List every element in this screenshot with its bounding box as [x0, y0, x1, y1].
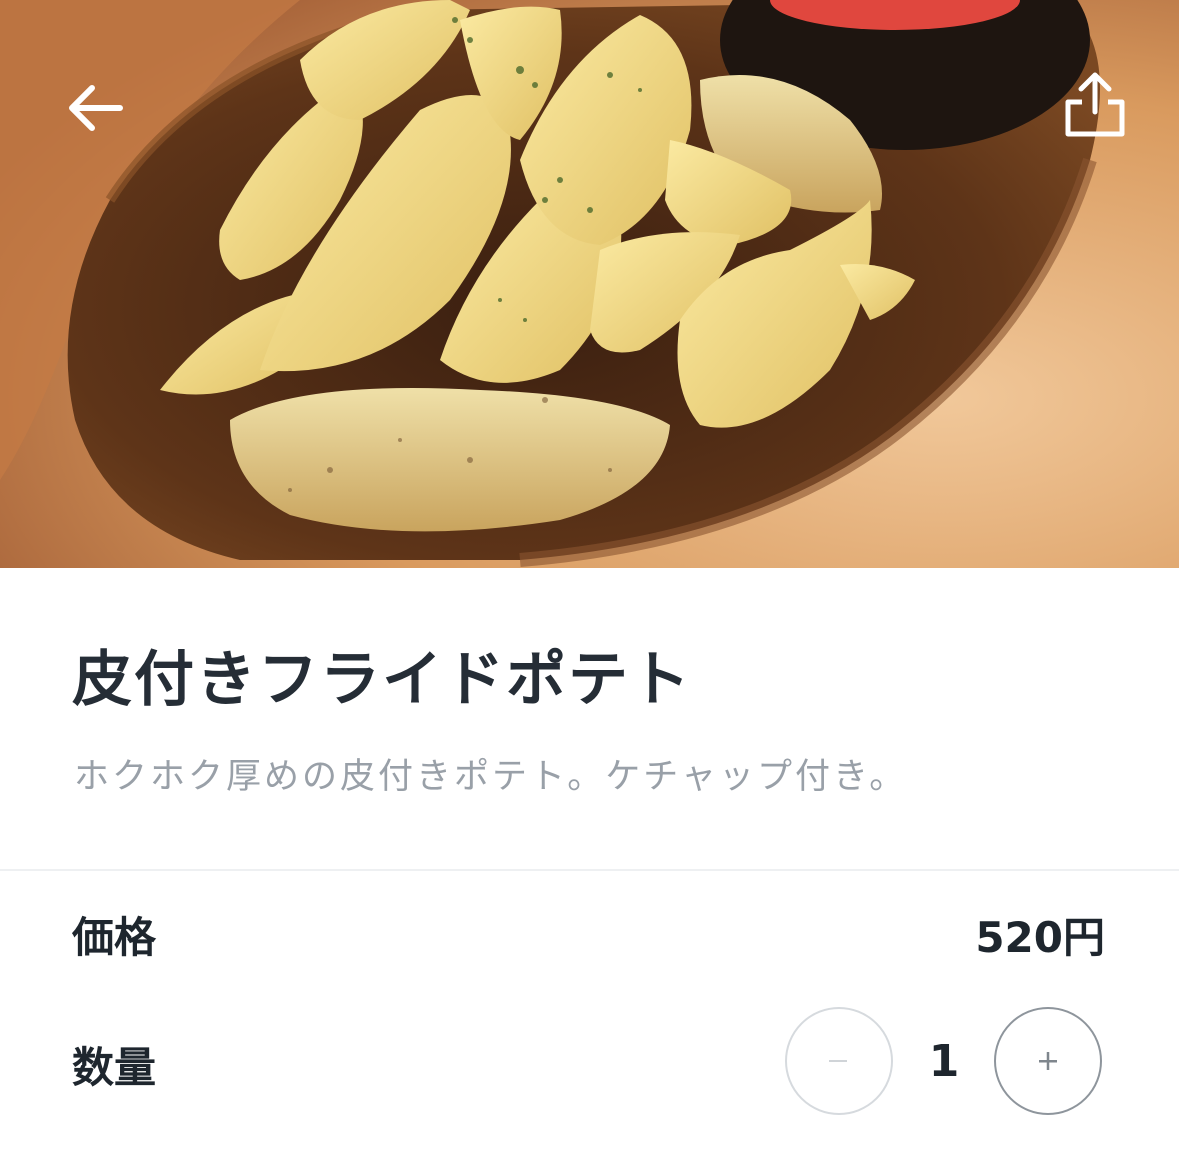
plus-icon — [1039, 1052, 1057, 1070]
quantity-value: 1 — [928, 1036, 960, 1087]
price-label: 価格 — [72, 913, 157, 962]
share-button[interactable] — [1058, 68, 1132, 142]
divider — [0, 869, 1179, 871]
arrow-left-icon — [69, 85, 123, 131]
share-icon — [1065, 72, 1125, 137]
price-value: 520円 — [975, 913, 1105, 962]
increment-button[interactable] — [994, 1007, 1102, 1115]
product-description: ホクホク厚めの皮付きポテト。ケチャップ付き。 — [74, 757, 908, 797]
fried-potatoes-image — [0, 0, 1179, 568]
quantity-label: 数量 — [72, 1043, 157, 1092]
product-photo — [0, 0, 1179, 568]
decrement-button[interactable] — [785, 1007, 893, 1115]
minus-icon — [829, 1060, 847, 1062]
back-button[interactable] — [62, 78, 130, 138]
product-name: 皮付きフライドポテト — [72, 645, 692, 715]
